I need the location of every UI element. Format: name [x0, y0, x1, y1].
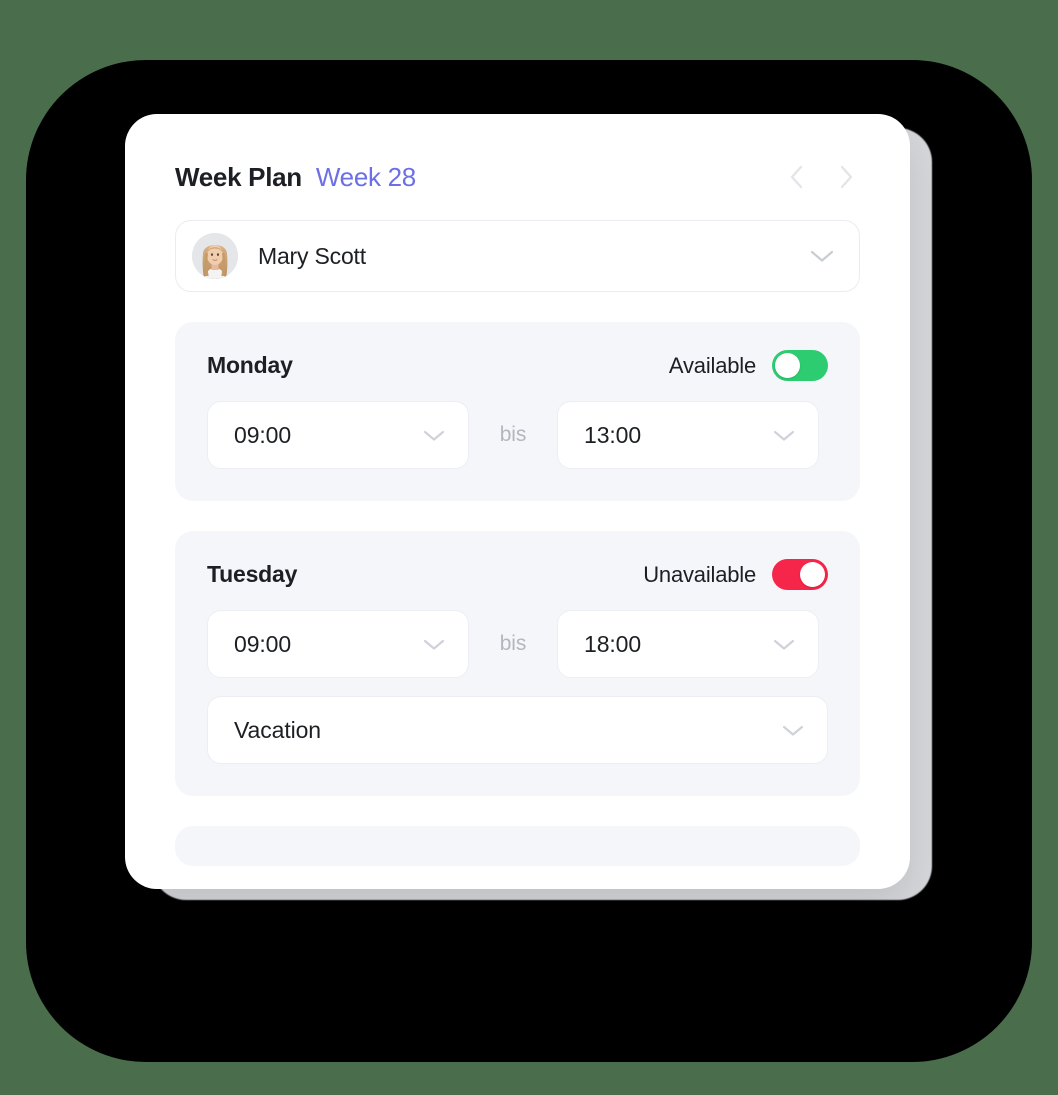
- avatar-photo: [192, 233, 238, 279]
- day-name: Tuesday: [207, 561, 298, 587]
- card-header: Week Plan Week 28: [125, 114, 910, 194]
- availability-toggle-monday[interactable]: [772, 350, 828, 381]
- chevron-down-icon[interactable]: [809, 248, 835, 264]
- end-time-dropdown[interactable]: 13:00: [557, 401, 819, 469]
- absence-reason-value: Vacation: [234, 716, 321, 743]
- chevron-down-icon: [781, 723, 805, 738]
- stage: Week Plan Week 28 Mary Scott Monday Avai…: [0, 0, 1058, 1095]
- availability-status: Unavailable: [643, 559, 828, 590]
- availability-status: Available: [669, 350, 828, 381]
- availability-toggle-tuesday[interactable]: [772, 559, 828, 590]
- day-card-tuesday: Tuesday Unavailable 09:00 bis 18:00 Vaca…: [175, 531, 860, 796]
- toggle-knob: [775, 353, 800, 378]
- day-name: Monday: [207, 352, 293, 378]
- chevron-down-icon: [772, 637, 796, 652]
- previous-week-button[interactable]: [782, 160, 810, 194]
- chevron-down-icon: [422, 428, 446, 443]
- day-header-row: Monday Available: [207, 350, 828, 381]
- day-card-monday: Monday Available 09:00 bis 13:00: [175, 322, 860, 501]
- status-badge: Unavailable: [643, 561, 756, 587]
- start-time-dropdown[interactable]: 09:00: [207, 610, 469, 678]
- between-label: bis: [499, 423, 527, 446]
- start-time-value: 09:00: [234, 630, 292, 657]
- week-navigation: [782, 160, 860, 194]
- day-card-next-partial[interactable]: [175, 826, 860, 866]
- title-group: Week Plan Week 28: [175, 162, 416, 193]
- status-badge: Available: [668, 352, 756, 378]
- time-range-row: 09:00 bis 18:00: [207, 610, 828, 678]
- week-label: Week 28: [315, 161, 416, 192]
- absence-reason-dropdown[interactable]: Vacation: [207, 696, 828, 764]
- card-body: Mary Scott Monday Available 09:00 bis 13…: [125, 194, 910, 866]
- week-plan-card: Week Plan Week 28 Mary Scott Monday Avai…: [125, 114, 910, 889]
- start-time-dropdown[interactable]: 09:00: [207, 401, 469, 469]
- reason-row: Vacation: [207, 696, 828, 764]
- start-time-value: 09:00: [234, 421, 292, 448]
- day-header-row: Tuesday Unavailable: [207, 559, 828, 590]
- end-time-value: 13:00: [584, 421, 642, 448]
- person-select-dropdown[interactable]: Mary Scott: [175, 220, 860, 292]
- chevron-right-icon: [838, 164, 855, 190]
- chevron-left-icon: [788, 164, 805, 190]
- time-range-row: 09:00 bis 13:00: [207, 401, 828, 469]
- toggle-knob: [800, 562, 825, 587]
- between-label: bis: [499, 632, 527, 655]
- chevron-down-icon: [422, 637, 446, 652]
- next-week-button[interactable]: [832, 160, 860, 194]
- page-title: Week Plan: [175, 161, 302, 192]
- chevron-down-icon: [772, 428, 796, 443]
- end-time-dropdown[interactable]: 18:00: [557, 610, 819, 678]
- person-name: Mary Scott: [258, 242, 366, 269]
- end-time-value: 18:00: [584, 630, 642, 657]
- avatar: [192, 233, 238, 279]
